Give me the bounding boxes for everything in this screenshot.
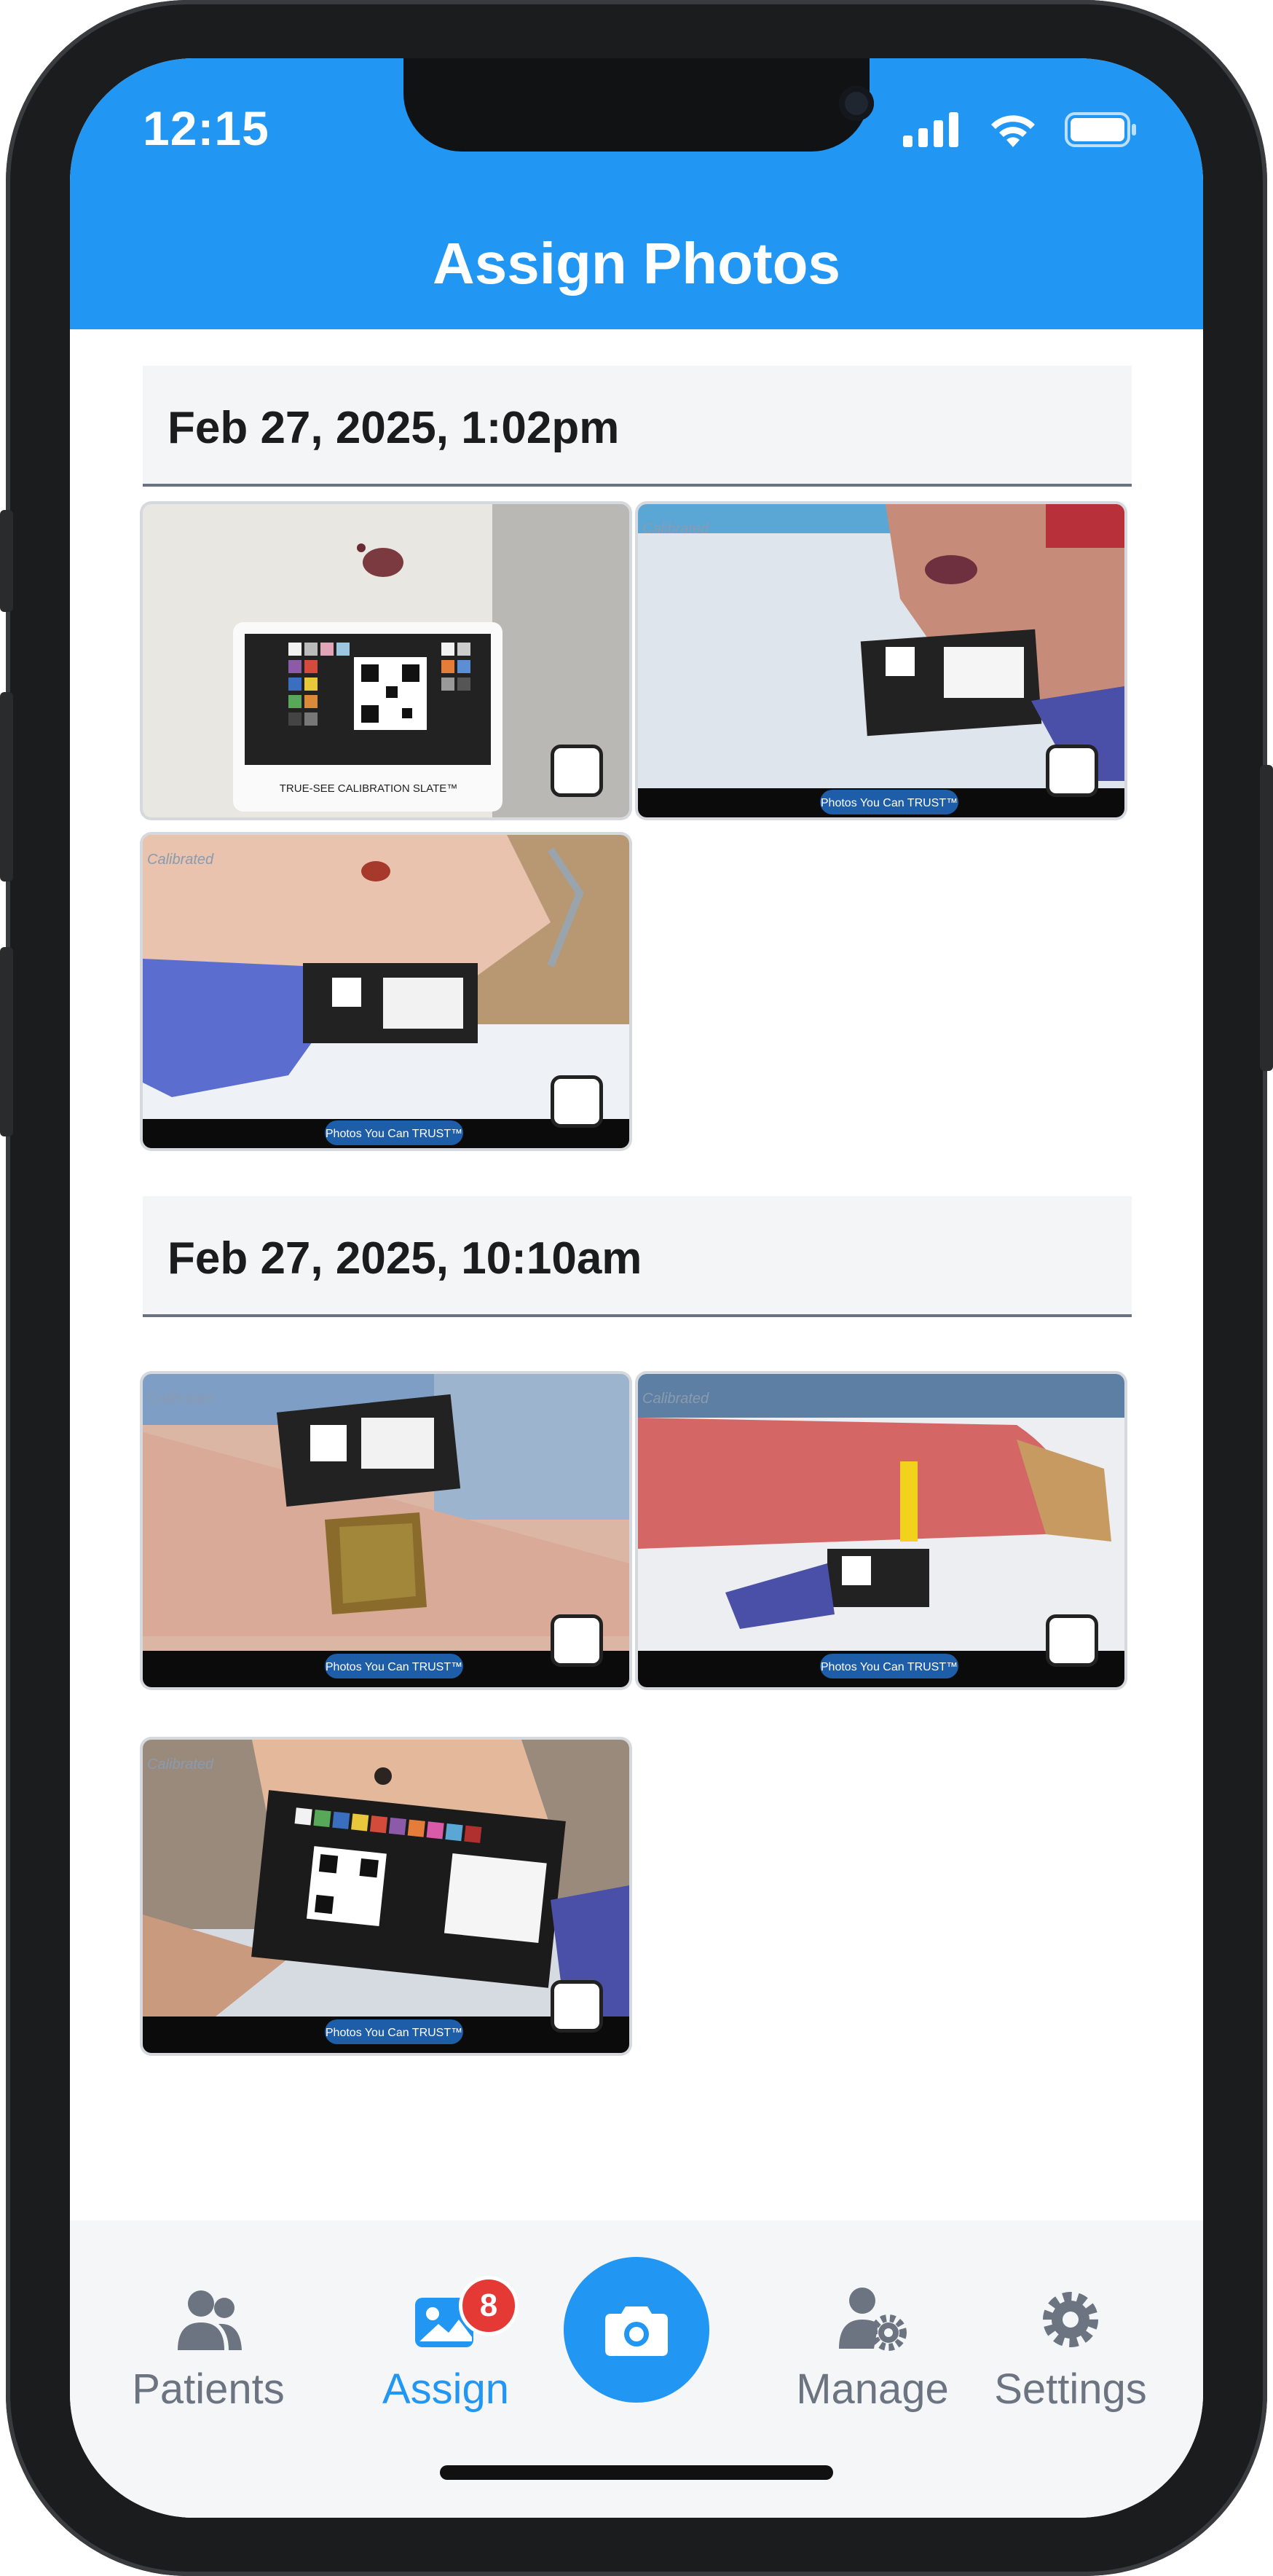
photo-thumbnail[interactable]: Photos You Can TRUST™ Calibrated xyxy=(143,1374,629,1687)
tab-manage[interactable]: Manage xyxy=(763,2271,982,2414)
gear-icon xyxy=(1043,2292,1098,2347)
screen: 12:15 Assign Photos Feb 27, 2025, 1:02pm… xyxy=(70,58,1203,2518)
photo-select-checkbox[interactable] xyxy=(551,1614,603,1667)
tab-label: Assign xyxy=(382,2365,510,2413)
mute-switch xyxy=(0,510,13,612)
assign-badge: 8 xyxy=(459,2276,519,2336)
date-section-header: Feb 27, 2025, 10:10am xyxy=(143,1196,1132,1317)
calibrated-text: Calibrated xyxy=(642,1391,709,1407)
patients-icon xyxy=(178,2290,242,2350)
slate-text: TRUE-SEE CALIBRATION SLATE™ xyxy=(280,782,458,795)
tab-label: Settings xyxy=(994,2365,1147,2413)
manage-user-gear-icon xyxy=(839,2288,907,2351)
signal-icon xyxy=(903,112,958,147)
battery-icon xyxy=(1065,112,1136,147)
photo-thumbnail[interactable]: Photos You Can TRUST™ Calibrated xyxy=(638,1374,1124,1687)
section-date-label: Feb 27, 2025, 1:02pm xyxy=(168,403,620,453)
photo-select-checkbox[interactable] xyxy=(551,745,603,797)
camera-button[interactable] xyxy=(564,2257,709,2403)
volume-up-button xyxy=(0,692,13,881)
calibrated-text: Calibrated xyxy=(147,852,214,868)
power-button xyxy=(1260,765,1273,1071)
photo-select-checkbox[interactable] xyxy=(1046,1614,1098,1667)
page-title: Assign Photos xyxy=(432,231,841,296)
calibrated-text: Calibrated xyxy=(147,1756,214,1772)
tab-patients[interactable]: Patients xyxy=(99,2271,318,2414)
status-time: 12:15 xyxy=(143,101,269,155)
volume-down-button xyxy=(0,947,13,1136)
trust-text: Photos You Can TRUST™ xyxy=(821,1661,958,1673)
trust-text: Photos You Can TRUST™ xyxy=(326,1661,462,1673)
camera-icon xyxy=(605,2306,668,2356)
home-indicator xyxy=(440,2465,833,2480)
tab-settings[interactable]: Settings xyxy=(961,2271,1180,2414)
photo-select-checkbox[interactable] xyxy=(1046,745,1098,797)
tab-assign[interactable]: 8 Assign xyxy=(336,2271,555,2414)
photo-thumbnail[interactable]: Photos You Can TRUST™ Calibrated xyxy=(143,1740,629,2053)
calibrated-text: Calibrated xyxy=(642,521,709,537)
photo-select-checkbox[interactable] xyxy=(551,1075,603,1128)
tab-label: Patients xyxy=(132,2365,285,2413)
front-camera xyxy=(839,86,874,121)
photo-thumbnail[interactable]: Photos You Can TRUST™ Calibrated xyxy=(143,835,629,1148)
trust-text: Photos You Can TRUST™ xyxy=(326,1128,462,1140)
trust-text: Photos You Can TRUST™ xyxy=(326,2027,462,2039)
trust-text: Photos You Can TRUST™ xyxy=(821,797,958,809)
date-section-header: Feb 27, 2025, 1:02pm xyxy=(143,366,1132,487)
tab-label: Manage xyxy=(796,2365,949,2413)
photo-thumbnail[interactable]: Photos You Can TRUST™ Calibrated xyxy=(638,504,1124,817)
wifi-icon xyxy=(991,115,1035,147)
photo-select-checkbox[interactable] xyxy=(551,1980,603,2033)
status-icons xyxy=(903,111,1138,149)
photo-thumbnail[interactable]: TRUE-SEE CALIBRATION SLATE™ xyxy=(143,504,629,817)
notch xyxy=(403,58,874,152)
section-date-label: Feb 27, 2025, 10:10am xyxy=(168,1233,642,1284)
calibrated-text: Calibrated xyxy=(147,1391,214,1407)
top-bar: 12:15 Assign Photos xyxy=(70,58,1203,329)
